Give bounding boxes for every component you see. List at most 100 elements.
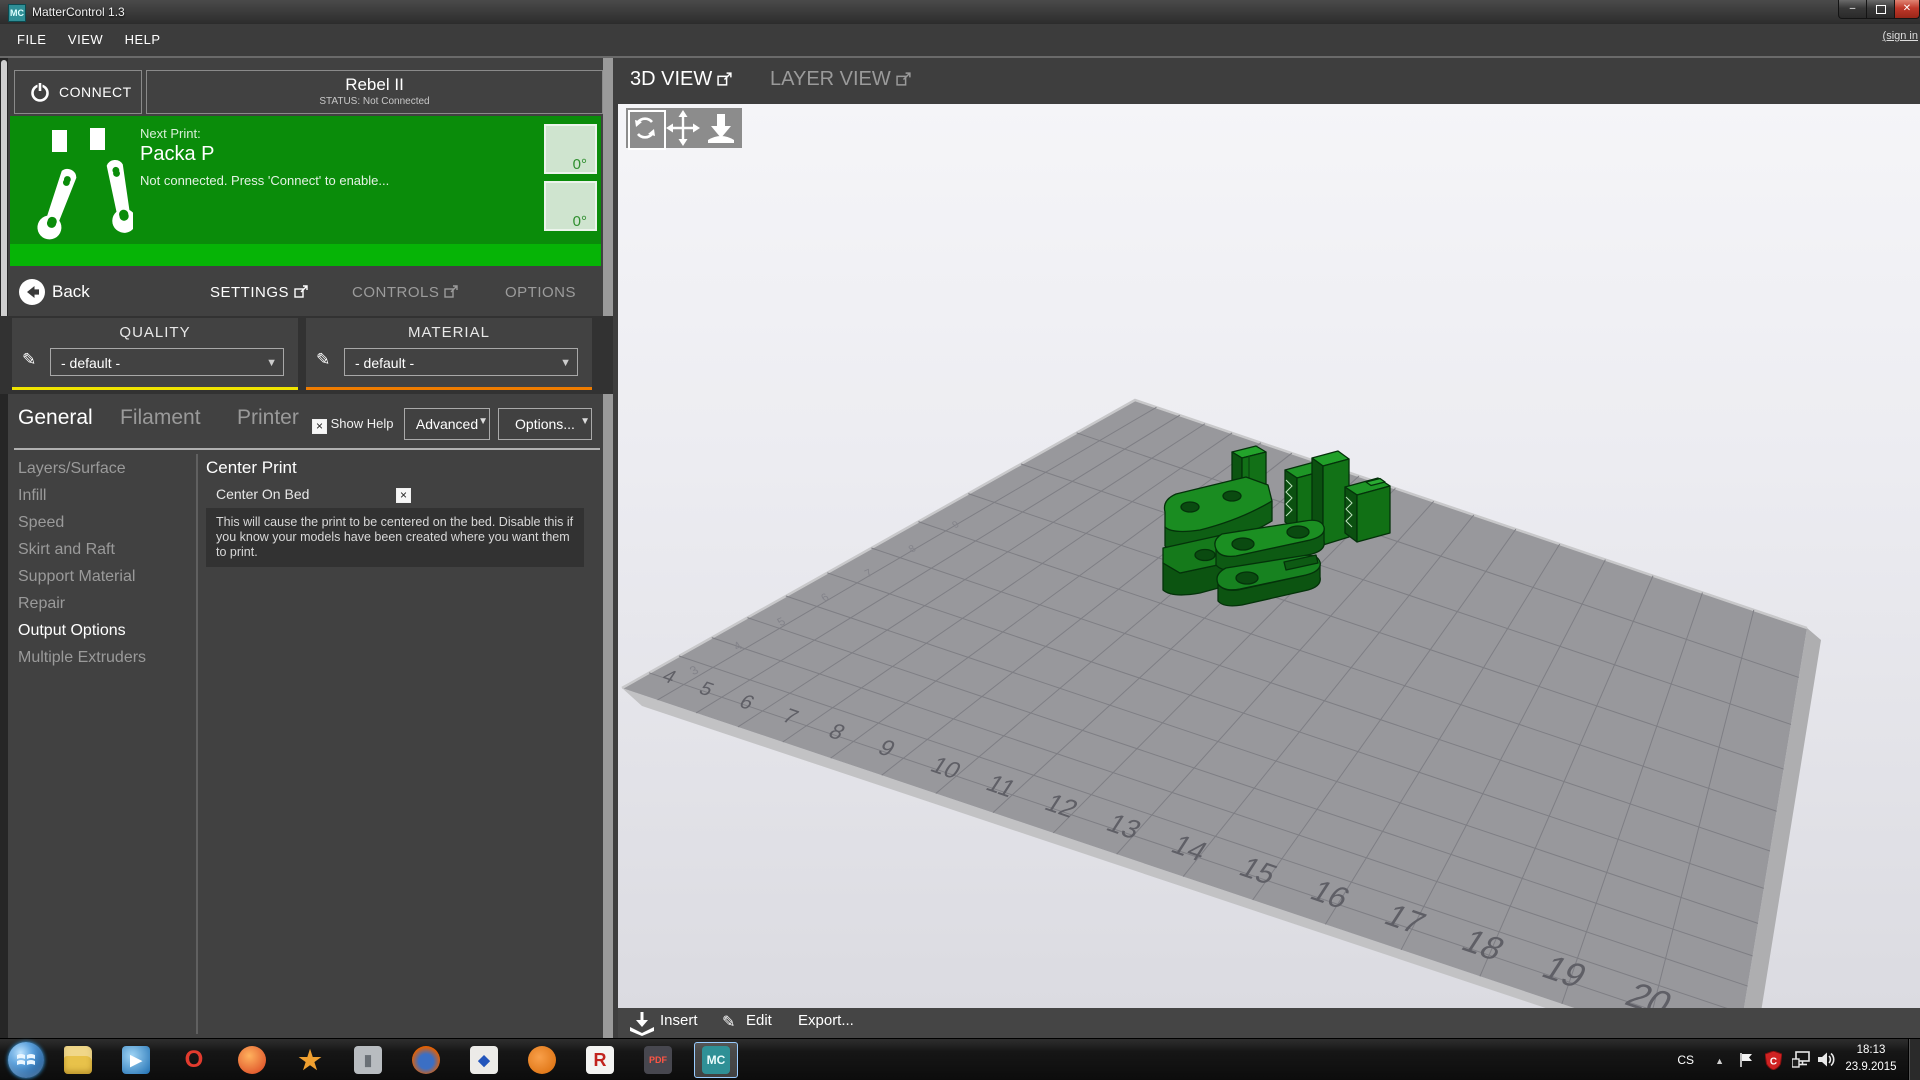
- usb-device-icon: ▮: [354, 1046, 382, 1074]
- disk-app-icon: ◆: [470, 1046, 498, 1074]
- connect-label: CONNECT: [59, 84, 132, 100]
- print-thumbnail: [28, 124, 133, 256]
- category-support-material[interactable]: Support Material: [18, 568, 193, 586]
- printer-name: Rebel II: [147, 75, 602, 95]
- back-button[interactable]: [18, 278, 46, 306]
- category-multiple-extruders[interactable]: Multiple Extruders: [18, 649, 193, 667]
- move-tool-button[interactable]: [666, 110, 700, 146]
- action-center-flag-icon[interactable]: [1738, 1052, 1754, 1068]
- title-bar: MC MatterControl 1.3 – ✕: [0, 0, 1920, 24]
- taskbar-icon-blender[interactable]: [520, 1042, 564, 1078]
- quality-dropdown[interactable]: - default -▼: [50, 348, 284, 376]
- slice-settings-tabs: General Filament Printer × Show Help Adv…: [0, 400, 613, 448]
- edit-button[interactable]: Edit: [746, 1012, 772, 1029]
- show-help-checkbox[interactable]: × Show Help: [312, 416, 394, 434]
- taskbar-icon-usb-device[interactable]: ▮: [346, 1042, 390, 1078]
- antivirus-shield-icon[interactable]: C: [1765, 1051, 1782, 1070]
- tab-general[interactable]: General: [18, 406, 93, 430]
- move-icon: [666, 110, 700, 146]
- taskbar-icon-firefox[interactable]: [404, 1042, 448, 1078]
- category-speed[interactable]: Speed: [18, 514, 193, 532]
- category-layers-surface[interactable]: Layers/Surface: [18, 460, 193, 478]
- print-bed: 4567891011121314151617181920 3456789: [618, 104, 1920, 1008]
- media-player-icon: ▶: [122, 1046, 150, 1074]
- tab-filament[interactable]: Filament: [120, 406, 201, 430]
- tab-controls[interactable]: CONTROLS: [352, 284, 459, 301]
- connect-button[interactable]: CONNECT: [14, 70, 142, 114]
- tab-3d-view[interactable]: 3D VIEW: [630, 68, 733, 91]
- menu-file[interactable]: FILE: [17, 32, 46, 47]
- tabs-separator: [14, 448, 600, 450]
- taskbar-icon-media-player[interactable]: ▶: [114, 1042, 158, 1078]
- taskbar-icon-opera[interactable]: O: [172, 1042, 216, 1078]
- taskbar-icon-mattercontrol[interactable]: MC: [694, 1042, 738, 1078]
- settings-category-list: Layers/Surface Infill Speed Skirt and Raft S…: [18, 460, 193, 676]
- edit-pencil-icon[interactable]: ✎: [22, 350, 36, 370]
- edit-pencil-icon[interactable]: ✎: [316, 350, 330, 370]
- panel-scrollbar-track[interactable]: [603, 58, 613, 1038]
- category-repair[interactable]: Repair: [18, 595, 193, 613]
- tab-printer[interactable]: Printer: [237, 406, 299, 430]
- viewport-toolbar: [626, 108, 742, 148]
- material-preset: MATERIAL ✎ - default -▼: [306, 318, 592, 390]
- insert-icon: [628, 1010, 656, 1036]
- sign-in-link[interactable]: (sign in: [1883, 30, 1918, 42]
- material-dropdown[interactable]: - default -▼: [344, 348, 578, 376]
- taskbar-icon-explorer[interactable]: [56, 1042, 100, 1078]
- hidden-icons-arrow[interactable]: ▲: [1715, 1056, 1724, 1066]
- center-on-bed-label: Center On Bed: [216, 486, 309, 502]
- minimize-button[interactable]: –: [1838, 0, 1867, 19]
- blender-icon: [528, 1046, 556, 1074]
- close-button[interactable]: ✕: [1894, 0, 1920, 19]
- taskbar-icon-disk-app[interactable]: ◆: [462, 1042, 506, 1078]
- back-arrow-icon: [18, 278, 46, 306]
- tab-options[interactable]: OPTIONS: [505, 284, 576, 301]
- menu-bar: FILE VIEW HELP: [0, 24, 1920, 56]
- category-separator: [196, 454, 198, 1034]
- center-on-bed-checkbox[interactable]: ×: [396, 484, 411, 503]
- opera-icon: O: [180, 1046, 208, 1074]
- tab-settings[interactable]: SETTINGS: [210, 284, 309, 301]
- clock[interactable]: 18:13 23.9.2015: [1836, 1042, 1906, 1076]
- model-actions-bar: Insert ✎ Edit Export...: [618, 1008, 1920, 1038]
- drop-to-bed-tool-button[interactable]: [704, 110, 738, 146]
- maximize-button[interactable]: [1866, 0, 1895, 19]
- rotate-tool-button[interactable]: [628, 110, 666, 150]
- export-button[interactable]: Export...: [798, 1012, 854, 1029]
- insert-button[interactable]: Insert: [660, 1012, 698, 1029]
- menu-view[interactable]: VIEW: [68, 32, 103, 47]
- taskbar-icon-browser[interactable]: [230, 1042, 274, 1078]
- bed-temp[interactable]: 0°: [544, 181, 597, 231]
- svg-text:C: C: [1770, 1057, 1777, 1068]
- checkbox-checked-icon: ×: [396, 488, 411, 503]
- category-output-options[interactable]: Output Options: [18, 622, 193, 640]
- advanced-button[interactable]: Advanced▼: [404, 408, 490, 440]
- options-menu-button[interactable]: Options...▼: [498, 408, 592, 440]
- category-skirt-and-raft[interactable]: Skirt and Raft: [18, 541, 193, 559]
- chevron-down-icon: ▼: [560, 349, 571, 377]
- taskbar-icon-r-app[interactable]: R: [578, 1042, 622, 1078]
- taskbar-icon-star-app[interactable]: ★: [288, 1042, 332, 1078]
- network-icon[interactable]: [1792, 1051, 1812, 1068]
- next-print-name: Packa P: [140, 143, 214, 166]
- back-label[interactable]: Back: [52, 282, 90, 302]
- app-icon: MC: [8, 4, 26, 22]
- show-desktop-button[interactable]: [1908, 1039, 1920, 1080]
- left-scrollbar-track[interactable]: [0, 58, 8, 1038]
- rotate-icon: [630, 112, 660, 144]
- popout-icon: [717, 72, 733, 86]
- volume-icon[interactable]: [1818, 1051, 1836, 1068]
- category-infill[interactable]: Infill: [18, 487, 193, 505]
- firefox-icon: [412, 1046, 440, 1074]
- system-tray: CS ▲ C 18:13 23.9.2015: [1600, 1039, 1920, 1080]
- 3d-viewport[interactable]: 4567891011121314151617181920 3456789: [618, 104, 1920, 1008]
- start-button[interactable]: [8, 1042, 44, 1078]
- extruder-temp[interactable]: 0°: [544, 124, 597, 174]
- model-wedge-right: [1345, 478, 1390, 542]
- taskbar-icon-pdf-app[interactable]: PDF: [636, 1042, 680, 1078]
- tab-layer-view[interactable]: LAYER VIEW: [770, 68, 912, 91]
- language-indicator[interactable]: CS: [1677, 1053, 1694, 1067]
- explorer-icon: [64, 1046, 92, 1074]
- printer-selector[interactable]: Rebel II STATUS: Not Connected: [146, 70, 603, 114]
- menu-help[interactable]: HELP: [125, 32, 161, 47]
